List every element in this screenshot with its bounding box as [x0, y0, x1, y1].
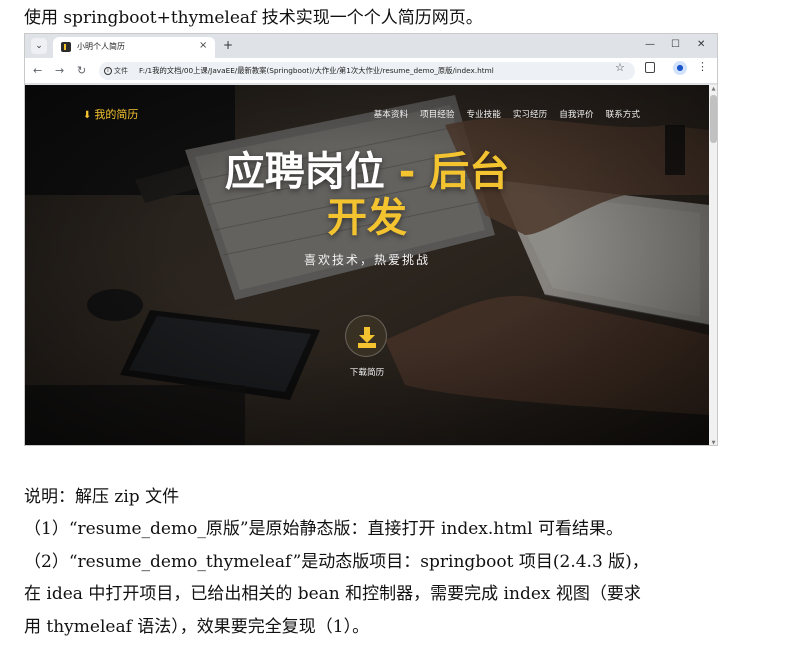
- hero-title-role-2: 开发: [327, 195, 407, 241]
- extensions-icon[interactable]: [645, 62, 655, 73]
- hero-title: 应聘岗位 - 后台: [25, 149, 709, 195]
- nav-skills[interactable]: 专业技能: [466, 108, 500, 120]
- favicon-icon: [61, 42, 71, 52]
- browser-menu-icon[interactable]: ⋮: [697, 60, 708, 74]
- reload-icon[interactable]: ↻: [77, 64, 86, 78]
- doc-line-5: 用 thymeleaf 语法），效果要完全复现（1）。: [24, 617, 370, 637]
- nav-self-evaluation[interactable]: 自我评价: [559, 108, 593, 120]
- download-resume-button[interactable]: [345, 315, 387, 357]
- hero-title-position: 应聘岗位: [224, 149, 385, 195]
- info-icon: i: [104, 67, 112, 75]
- hero-subtitle: 喜欢技术，热爱挑战: [303, 253, 430, 267]
- doc-line-2: （1）“resume_demo_原版”是原始静态版：直接打开 index.htm…: [24, 519, 624, 539]
- tab-close-button[interactable]: ×: [199, 40, 207, 52]
- site-info-chip[interactable]: i 文件: [104, 65, 128, 77]
- page-scrollbar[interactable]: ▲ ▼: [709, 85, 717, 445]
- site-logo-link[interactable]: ⬇ 我的简历: [83, 106, 138, 122]
- profile-avatar-icon[interactable]: ●: [673, 61, 687, 75]
- nav-contact[interactable]: 联系方式: [606, 108, 640, 120]
- tab-bar: ⌄ 小明个人简历 × + — ☐ ✕: [25, 34, 717, 58]
- browser-tab[interactable]: 小明个人简历 ×: [53, 37, 215, 58]
- document-heading: 使用 springboot+thymeleaf 技术实现一个个人简历网页。: [24, 8, 483, 28]
- hero-title-dash: -: [384, 149, 430, 195]
- site-logo-text: 我的简历: [94, 108, 139, 121]
- bookmark-star-icon[interactable]: ☆: [615, 61, 625, 75]
- back-icon[interactable]: ←: [33, 64, 42, 78]
- doc-line-3: （2）“resume_demo_thymeleaf”是动态版项目：springb…: [24, 552, 649, 572]
- download-icon: [358, 327, 376, 348]
- maximize-button[interactable]: ☐: [671, 38, 680, 52]
- doc-line-4: 在 idea 中打开项目，已给出相关的 bean 和控制器，需要完成 index…: [24, 584, 641, 604]
- scroll-down-arrow-icon[interactable]: ▼: [710, 440, 717, 445]
- tab-search-button[interactable]: ⌄: [31, 38, 47, 54]
- tab-title: 小明个人简历: [77, 42, 125, 51]
- browser-toolbar: ← → ↻ i 文件 F:/1我的文档/00上课/JavaEE/最新教案(Spri…: [25, 58, 717, 84]
- hero-title-line2: 开发: [25, 195, 709, 241]
- nav-basic-info[interactable]: 基本资料: [374, 108, 408, 120]
- address-bar[interactable]: i 文件 F:/1我的文档/00上课/JavaEE/最新教案(Springboot…: [99, 62, 635, 80]
- download-resume-label[interactable]: 下载简历: [25, 366, 709, 378]
- minimize-button[interactable]: —: [645, 38, 655, 52]
- close-window-button[interactable]: ✕: [697, 38, 705, 52]
- download-logo-icon: ⬇: [83, 110, 92, 121]
- nav-internship[interactable]: 实习经历: [513, 108, 547, 120]
- new-tab-button[interactable]: +: [223, 38, 233, 52]
- url-text: F:/1我的文档/00上课/JavaEE/最新教案(Springboot)/大作…: [139, 66, 494, 75]
- scroll-up-arrow-icon[interactable]: ▲: [710, 86, 717, 92]
- browser-window: ⌄ 小明个人简历 × + — ☐ ✕ ← → ↻ i 文件 F:/1我的文档/00…: [24, 33, 718, 446]
- site-nav: 基本资料 项目经验 专业技能 实习经历 自我评价 联系方式: [374, 108, 640, 120]
- site-info-label: 文件: [114, 67, 128, 75]
- hero-title-role-1: 后台: [429, 149, 510, 195]
- web-page: ⬇ 我的简历 基本资料 项目经验 专业技能 实习经历 自我评价 联系方式 应聘岗位…: [25, 85, 709, 445]
- scroll-thumb[interactable]: [710, 95, 717, 143]
- doc-line-1: 说明：解压 zip 文件: [24, 487, 180, 507]
- forward-icon[interactable]: →: [55, 64, 64, 78]
- nav-projects[interactable]: 项目经验: [420, 108, 454, 120]
